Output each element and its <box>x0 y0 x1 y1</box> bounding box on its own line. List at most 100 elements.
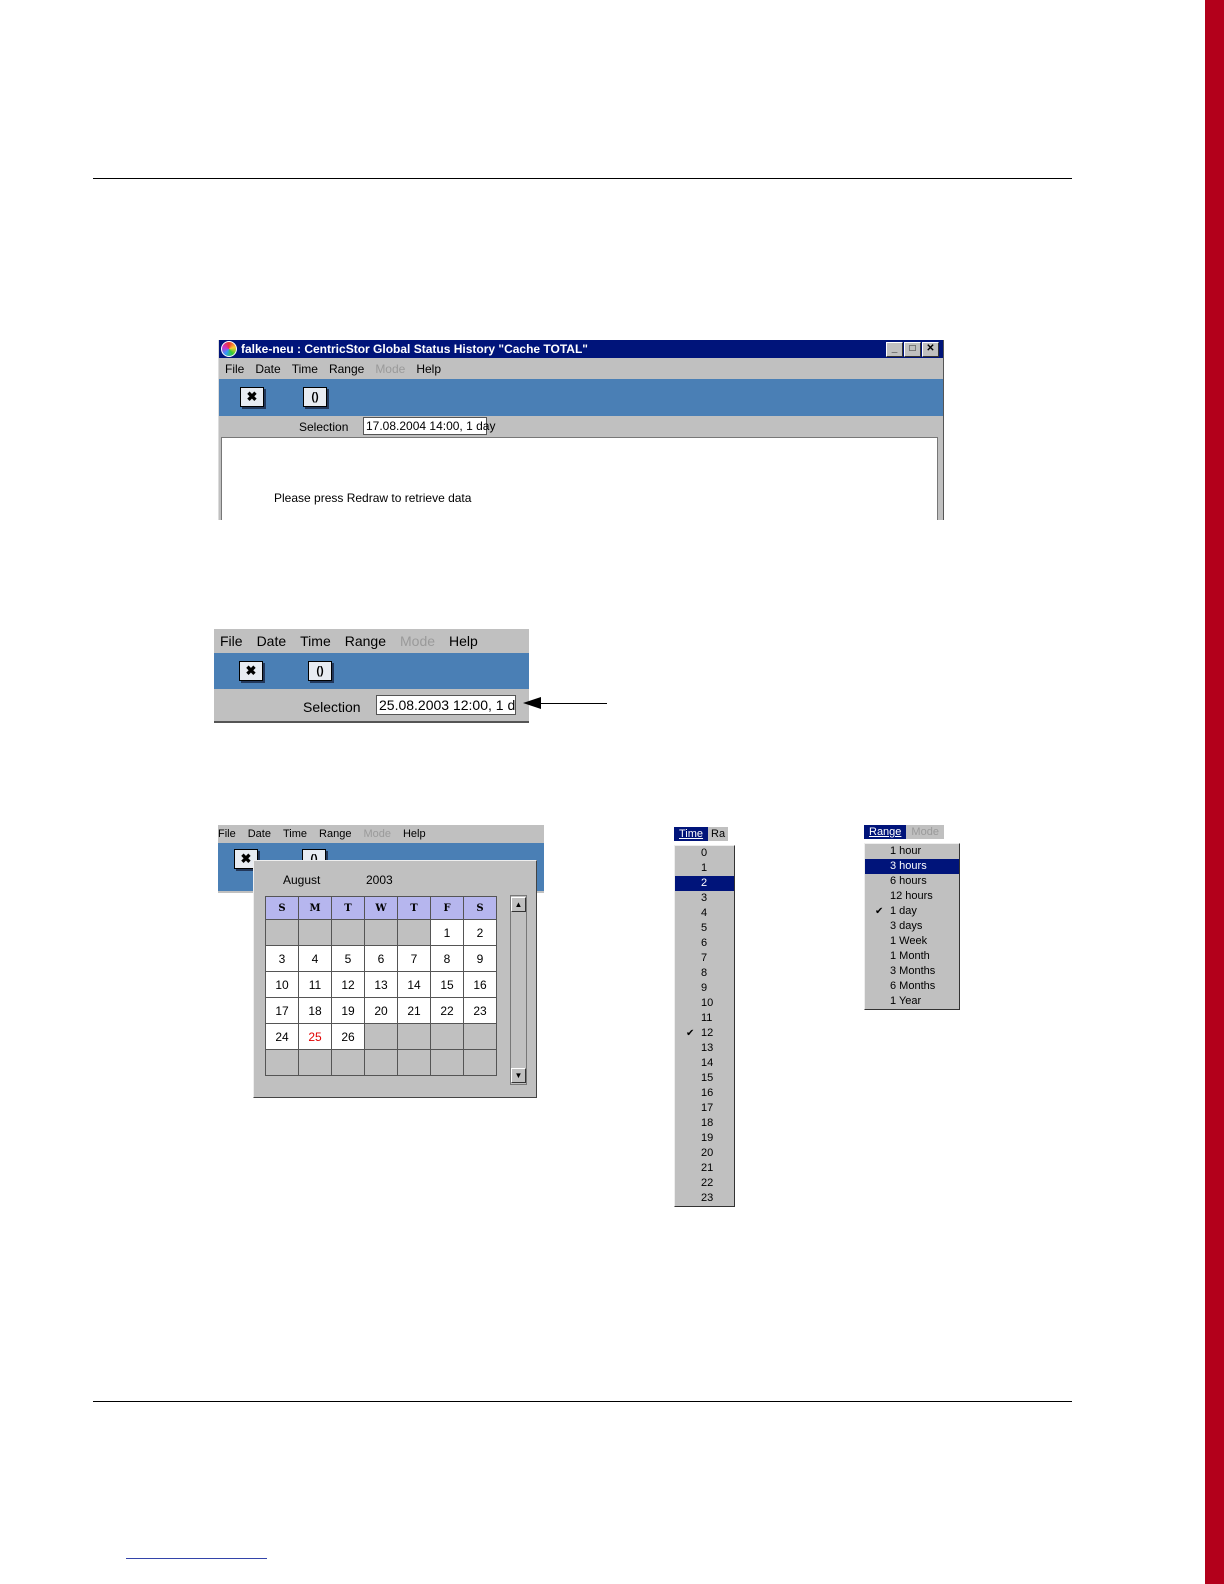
time-menu-item[interactable]: 21 <box>675 1161 734 1176</box>
menu-help[interactable]: Help <box>416 362 441 376</box>
menu-range[interactable]: Range <box>345 633 386 649</box>
calendar-scrollbar[interactable]: ▲ ▼ <box>510 895 527 1085</box>
time-menu-title[interactable]: Time <box>674 827 709 841</box>
calendar-day[interactable]: 6 <box>364 945 398 972</box>
calendar-day[interactable]: 25 <box>298 1023 332 1050</box>
calendar-day[interactable]: 24 <box>265 1023 299 1050</box>
menu-help[interactable]: Help <box>449 633 478 649</box>
time-menu-item[interactable]: ✔ 12 <box>675 1026 734 1041</box>
menu-file[interactable]: File <box>218 828 236 840</box>
time-menu-item-label: 11 <box>701 1012 713 1024</box>
scroll-down-icon[interactable]: ▼ <box>511 1068 526 1083</box>
calendar-day[interactable]: 23 <box>463 997 497 1024</box>
menu-date[interactable]: Date <box>248 828 271 840</box>
time-menu-item[interactable]: 23 <box>675 1191 734 1206</box>
range-menu-item[interactable]: 3 Months <box>865 964 959 979</box>
calendar-day[interactable]: 10 <box>265 971 299 998</box>
menu-time[interactable]: Time <box>283 828 307 840</box>
close-button[interactable]: ✕ <box>922 341 939 357</box>
time-menu-item[interactable]: 19 <box>675 1131 734 1146</box>
scroll-up-icon[interactable]: ▲ <box>511 897 526 912</box>
time-menu-item[interactable]: 9 <box>675 981 734 996</box>
toolbar: ✖ () <box>219 379 943 416</box>
menu-date[interactable]: Date <box>255 362 280 376</box>
time-menu-item[interactable]: 2 <box>675 876 734 891</box>
menu-time[interactable]: Time <box>292 362 318 376</box>
calendar-day[interactable]: 1 <box>430 919 464 946</box>
range-menu-item[interactable]: 1 hour <box>865 844 959 859</box>
range-menu-item[interactable]: ✔ 1 day <box>865 904 959 919</box>
calendar-day[interactable]: 14 <box>397 971 431 998</box>
time-menu-item[interactable]: 15 <box>675 1071 734 1086</box>
menu-file[interactable]: File <box>225 362 244 376</box>
calendar-day[interactable]: 19 <box>331 997 365 1024</box>
time-menu-item[interactable]: 4 <box>675 906 734 921</box>
range-menu-item[interactable]: 6 hours <box>865 874 959 889</box>
time-menu-item[interactable]: 14 <box>675 1056 734 1071</box>
time-menu-item[interactable]: 13 <box>675 1041 734 1056</box>
calendar-day[interactable]: 11 <box>298 971 332 998</box>
time-menu-item[interactable]: 1 <box>675 861 734 876</box>
range-menu-title[interactable]: Range <box>864 825 907 839</box>
weekday-header: S <box>463 896 497 920</box>
calendar-day[interactable]: 8 <box>430 945 464 972</box>
calendar-day[interactable]: 2 <box>463 919 497 946</box>
calendar-day[interactable]: 7 <box>397 945 431 972</box>
range-menu-item[interactable]: 3 days <box>865 919 959 934</box>
range-menu-item-label: 1 Month <box>890 950 930 962</box>
next-menu-title[interactable]: Ra <box>708 827 728 841</box>
calendar-day[interactable]: 13 <box>364 971 398 998</box>
calendar-day[interactable]: 26 <box>331 1023 365 1050</box>
range-menu-item-label: 1 Week <box>890 935 928 947</box>
range-menu-item[interactable]: 3 hours <box>865 859 959 874</box>
range-menu-item[interactable]: 6 Months <box>865 979 959 994</box>
range-menu-item[interactable]: 1 Month <box>865 949 959 964</box>
time-menu-item[interactable]: 7 <box>675 951 734 966</box>
redraw-tool-button-2[interactable]: () <box>308 661 332 681</box>
menu-date[interactable]: Date <box>257 633 287 649</box>
exit-tool-button[interactable]: ✖ <box>240 387 264 407</box>
selection-field[interactable]: 17.08.2004 14:00, 1 day <box>363 417 495 435</box>
time-menu-item[interactable]: 18 <box>675 1116 734 1131</box>
exit-tool-button-2[interactable]: ✖ <box>239 661 263 681</box>
calendar-day[interactable]: 21 <box>397 997 431 1024</box>
menu-range[interactable]: Range <box>329 362 364 376</box>
calendar-empty-cell <box>298 1049 332 1076</box>
calendar-day[interactable]: 18 <box>298 997 332 1024</box>
time-menu-item[interactable]: 6 <box>675 936 734 951</box>
redraw-tool-button[interactable]: () <box>303 387 327 407</box>
menu-file[interactable]: File <box>220 633 243 649</box>
menu-range[interactable]: Range <box>319 828 351 840</box>
calendar-day[interactable]: 17 <box>265 997 299 1024</box>
calendar-day[interactable]: 15 <box>430 971 464 998</box>
selection-field-2[interactable]: 25.08.2003 12:00, 1 day <box>376 695 516 715</box>
time-menu-item[interactable]: 8 <box>675 966 734 981</box>
status-message: Please press Redraw to retrieve data <box>274 491 472 505</box>
calendar-day[interactable]: 3 <box>265 945 299 972</box>
time-menu-item[interactable]: 20 <box>675 1146 734 1161</box>
calendar-day[interactable]: 9 <box>463 945 497 972</box>
time-menu-item[interactable]: 5 <box>675 921 734 936</box>
minimize-button[interactable]: _ <box>886 341 903 357</box>
time-menu-item[interactable]: 22 <box>675 1176 734 1191</box>
menu-time[interactable]: Time <box>300 633 331 649</box>
maximize-button[interactable]: □ <box>904 341 921 357</box>
menu-help[interactable]: Help <box>403 828 426 840</box>
time-menu-item[interactable]: 3 <box>675 891 734 906</box>
calendar-day[interactable]: 12 <box>331 971 365 998</box>
range-menu-item[interactable]: 12 hours <box>865 889 959 904</box>
pointer-arrow-line <box>540 703 607 704</box>
calendar-day[interactable]: 4 <box>298 945 332 972</box>
calendar-day[interactable]: 5 <box>331 945 365 972</box>
range-menu-item[interactable]: 1 Week <box>865 934 959 949</box>
calendar-week-row: 3456789 <box>265 945 497 972</box>
range-menu-item[interactable]: 1 Year <box>865 994 959 1009</box>
calendar-day[interactable]: 20 <box>364 997 398 1024</box>
calendar-day[interactable]: 16 <box>463 971 497 998</box>
calendar-day[interactable]: 22 <box>430 997 464 1024</box>
time-menu-item[interactable]: 11 <box>675 1011 734 1026</box>
time-menu-item[interactable]: 16 <box>675 1086 734 1101</box>
time-menu-item[interactable]: 10 <box>675 996 734 1011</box>
time-menu-item[interactable]: 0 <box>675 846 734 861</box>
time-menu-item[interactable]: 17 <box>675 1101 734 1116</box>
